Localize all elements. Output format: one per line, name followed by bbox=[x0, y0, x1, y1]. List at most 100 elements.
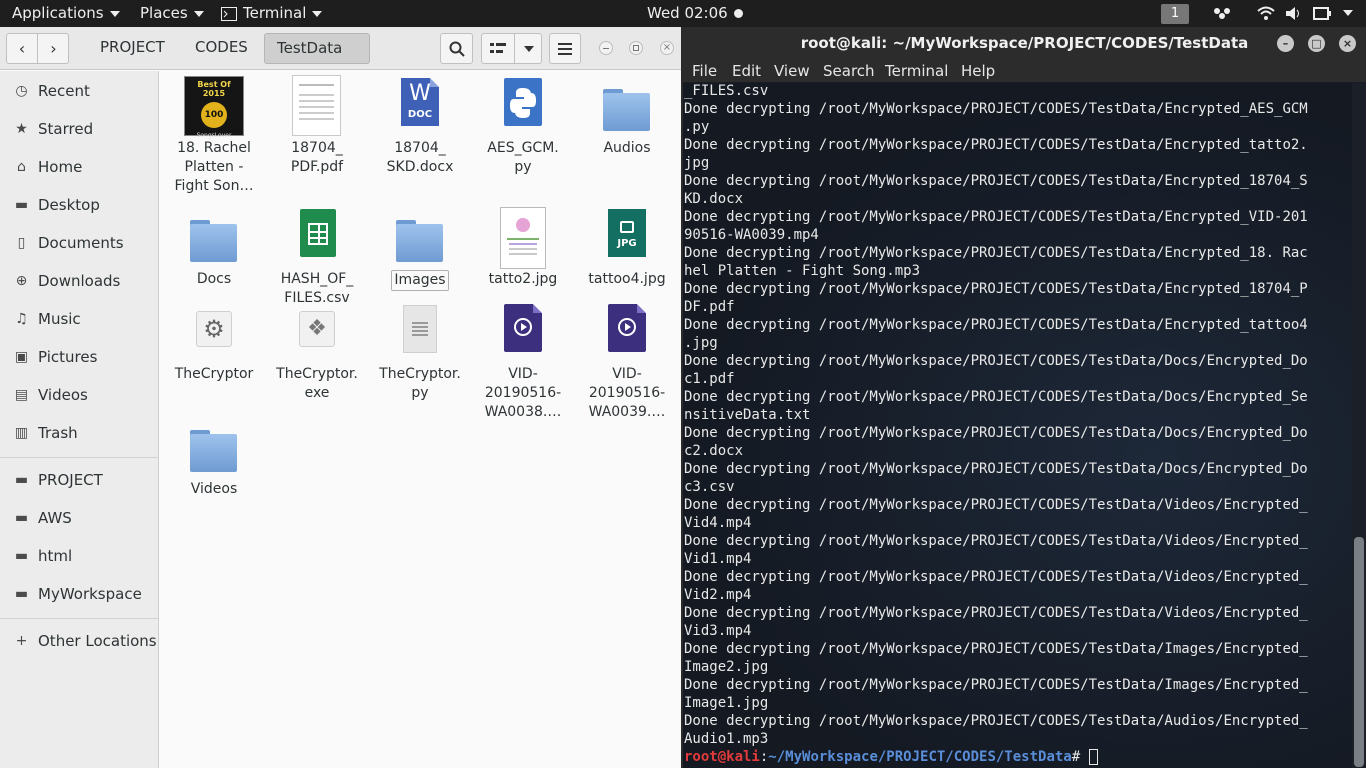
clock-icon: ◷ bbox=[15, 83, 28, 99]
chevron-down-icon[interactable] bbox=[1343, 0, 1353, 27]
terminal-output[interactable]: _FILES.csv Done decrypting /root/MyWorksp… bbox=[683, 83, 1352, 768]
file-item-exec[interactable]: ⚙ TheCryptor bbox=[163, 301, 265, 384]
menu-button[interactable] bbox=[549, 33, 581, 64]
word-document-icon: W DOC bbox=[388, 75, 452, 139]
terminal-prompt[interactable]: root@kali:~/MyWorkspace/PROJECT/CODES/Te… bbox=[684, 748, 1098, 766]
sidebar-item-desktop[interactable]: ▬ Desktop bbox=[0, 188, 158, 222]
sidebar-item-label: Trash bbox=[38, 424, 78, 442]
wifi-icon[interactable] bbox=[1257, 6, 1275, 21]
terminal-menubar: File Edit View Search Terminal Help bbox=[683, 60, 1366, 82]
maximize-button[interactable]: □ bbox=[1308, 35, 1325, 52]
file-item-folder[interactable]: Docs bbox=[163, 206, 265, 289]
sidebar-item-documents[interactable]: ▯ Documents bbox=[0, 226, 158, 260]
back-button[interactable]: ‹ bbox=[7, 34, 38, 63]
header-bar: ‹ › PROJECT CODES TestData × bbox=[0, 27, 681, 81]
file-item-label-line: SKD.docx bbox=[386, 159, 454, 175]
minimize-button[interactable] bbox=[599, 41, 613, 55]
terminal-app-label: Terminal bbox=[243, 4, 307, 22]
close-button[interactable]: × bbox=[1339, 35, 1356, 52]
folder-icon: ▬ bbox=[14, 472, 29, 488]
clock[interactable]: Wed 02:06 bbox=[647, 0, 743, 27]
file-item-folder[interactable]: Videos bbox=[163, 416, 265, 499]
sidebar-item-html[interactable]: ▬ html bbox=[0, 539, 158, 573]
file-item-label-line: WA0039.… bbox=[588, 404, 666, 420]
forward-button[interactable]: › bbox=[38, 34, 69, 63]
maximize-icon bbox=[633, 45, 639, 51]
minimize-icon: – bbox=[1282, 37, 1289, 50]
sidebar-item-label: Recent bbox=[38, 82, 90, 100]
sidebar-item-label: html bbox=[38, 547, 73, 565]
applications-menu[interactable]: Applications bbox=[12, 0, 120, 27]
terminal-line: Done decrypting /root/MyWorkspace/PROJEC… bbox=[684, 101, 1308, 117]
breadcrumb-codes[interactable]: CODES bbox=[183, 33, 260, 64]
terminal-app-menu[interactable]: Terminal bbox=[221, 0, 323, 27]
maximize-button[interactable] bbox=[629, 41, 643, 55]
breadcrumb-project[interactable]: PROJECT bbox=[88, 33, 177, 64]
terminal-line: Vid2.mp4 bbox=[684, 587, 752, 603]
file-item-label: Images bbox=[391, 270, 449, 291]
terminal-line: Vid4.mp4 bbox=[684, 515, 752, 531]
menu-help[interactable]: Help bbox=[961, 60, 995, 82]
terminal-icon bbox=[221, 6, 237, 21]
sidebar-item-music[interactable]: ♫ Music bbox=[0, 302, 158, 336]
file-item-pdf[interactable]: 18704_ PDF.pdf bbox=[266, 75, 368, 177]
file-item-jpg[interactable]: JPG tattoo4.jpg bbox=[576, 206, 678, 289]
file-item-doc[interactable]: W DOC 18704_ SKD.docx bbox=[369, 75, 471, 177]
menu-search[interactable]: Search bbox=[823, 60, 875, 82]
minimize-icon bbox=[603, 48, 609, 49]
menu-view[interactable]: View bbox=[774, 60, 810, 82]
terminal-line: Image2.jpg bbox=[684, 659, 769, 675]
file-item-image[interactable]: tatto2.jpg bbox=[472, 206, 574, 289]
file-item-folder[interactable]: Audios bbox=[576, 75, 678, 158]
terminal-line: hel Platten - Fight Song.mp3 bbox=[684, 263, 921, 279]
trash-icon: ▥ bbox=[14, 425, 29, 441]
file-item-label: Audios bbox=[576, 139, 678, 158]
sidebar-item-project[interactable]: ▬ PROJECT bbox=[0, 463, 158, 497]
notification-dot-icon bbox=[733, 9, 743, 18]
sidebar-item-aws[interactable]: ▬ AWS bbox=[0, 501, 158, 535]
file-item-sheet[interactable]: HASH_OF_ FILES.csv bbox=[266, 206, 368, 308]
places-menu[interactable]: Places bbox=[140, 0, 204, 27]
sidebar-item-other-locations[interactable]: + Other Locations bbox=[0, 624, 158, 658]
menu-edit[interactable]: Edit bbox=[732, 60, 761, 82]
terminal-line: Done decrypting /root/MyWorkspace/PROJEC… bbox=[684, 137, 1308, 153]
search-button[interactable] bbox=[440, 33, 473, 64]
sidebar-item-home[interactable]: ⌂ Home bbox=[0, 150, 158, 184]
file-item-text[interactable]: TheCryptor. py bbox=[369, 301, 471, 403]
battery-icon[interactable] bbox=[1313, 6, 1333, 21]
sidebar-item-videos[interactable]: ▤ Videos bbox=[0, 378, 158, 412]
minimize-button[interactable]: – bbox=[1277, 35, 1294, 52]
sidebar-item-recent[interactable]: ◷ Recent bbox=[0, 74, 158, 108]
menu-terminal[interactable]: Terminal bbox=[885, 60, 948, 82]
search-icon bbox=[449, 41, 465, 57]
sidebar-item-label: Starred bbox=[38, 120, 94, 138]
sidebar-item-starred[interactable]: ★ Starred bbox=[0, 112, 158, 146]
file-item-album[interactable]: Best Of 2015 100 SongsLover 18. Rachel Platt… bbox=[163, 75, 265, 196]
close-button[interactable]: × bbox=[660, 41, 674, 55]
sidebar-item-label: Documents bbox=[38, 234, 124, 252]
sidebar-item-downloads[interactable]: ⊕ Downloads bbox=[0, 264, 158, 298]
terminal-scrollbar-thumb[interactable] bbox=[1354, 537, 1364, 767]
breadcrumb-testdata[interactable]: TestData bbox=[264, 33, 370, 81]
menu-file[interactable]: File bbox=[692, 60, 717, 82]
workspace-indicator[interactable]: 1 bbox=[1161, 4, 1189, 24]
view-options-button[interactable] bbox=[481, 33, 542, 64]
sidebar-item-trash[interactable]: ▥ Trash bbox=[0, 416, 158, 450]
file-item-exe[interactable]: ❖ TheCryptor. exe bbox=[266, 301, 368, 403]
file-item-label-line: Platten - bbox=[184, 159, 244, 175]
folder-icon bbox=[388, 206, 452, 270]
file-item-label: tatto2.jpg bbox=[472, 270, 574, 289]
album-title: Best Of 2015 bbox=[197, 80, 231, 98]
file-item-folder[interactable]: Images bbox=[369, 206, 471, 291]
sidebar: ◷ Recent ★ Starred ⌂ Home ▬ Desktop ▯ Documen… bbox=[0, 71, 159, 768]
executable-icon: ❖ bbox=[285, 301, 349, 365]
file-item-label: VID- 20190516- WA0039.… bbox=[576, 365, 678, 422]
sidebar-item-pictures[interactable]: ▣ Pictures bbox=[0, 340, 158, 374]
network-users-icon[interactable] bbox=[1212, 6, 1232, 22]
sidebar-item-myworkspace[interactable]: ▬ MyWorkspace bbox=[0, 577, 158, 611]
file-item-video[interactable]: VID- 20190516- WA0038.… bbox=[472, 301, 574, 422]
file-item-video[interactable]: VID- 20190516- WA0039.… bbox=[576, 301, 678, 422]
folder-icon bbox=[182, 206, 246, 270]
volume-icon[interactable] bbox=[1285, 6, 1303, 21]
file-item-python[interactable]: AES_GCM. py bbox=[472, 75, 574, 177]
